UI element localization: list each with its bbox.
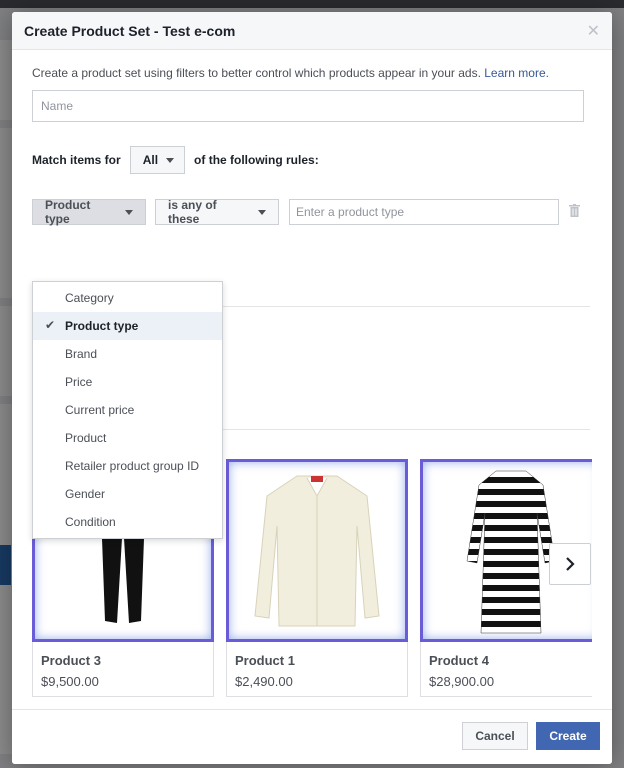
dialog-footer: Cancel Create xyxy=(12,709,612,764)
chevron-down-icon xyxy=(166,157,175,163)
dropdown-item-brand[interactable]: Brand xyxy=(33,340,222,368)
create-product-set-dialog: Create Product Set - Test e-com ✕ Create… xyxy=(12,12,612,764)
product-card[interactable]: Product 1 $2,490.00 xyxy=(226,459,408,697)
product-name: Product 1 xyxy=(235,653,295,668)
trash-icon[interactable] xyxy=(569,204,580,220)
product-price: $2,490.00 xyxy=(235,674,293,689)
rule-value-input[interactable] xyxy=(289,199,559,225)
product-price: $28,900.00 xyxy=(429,674,495,689)
dropdown-item-price[interactable]: Price xyxy=(33,368,222,396)
match-suffix: of the following rules: xyxy=(194,153,319,167)
dropdown-item-condition[interactable]: Condition xyxy=(33,508,222,536)
product-image-cream-cardigan xyxy=(226,459,408,642)
carousel-next-button[interactable] xyxy=(549,543,591,585)
dropdown-item-retailer-product-group-id[interactable]: Retailer product group ID xyxy=(33,452,222,480)
dropdown-item-product-type[interactable]: ✔ Product type xyxy=(33,312,222,340)
dropdown-item-gender[interactable]: Gender xyxy=(33,480,222,508)
match-mode-select[interactable]: All xyxy=(129,146,186,174)
rule-field-value: Product type xyxy=(45,198,91,226)
chevron-down-icon xyxy=(258,209,266,215)
intro-text: Create a product set using filters to be… xyxy=(32,66,592,80)
dialog-title: Create Product Set - Test e-com xyxy=(24,22,236,39)
match-mode-value: All xyxy=(142,153,159,167)
close-icon[interactable]: ✕ xyxy=(587,21,600,41)
create-button[interactable]: Create xyxy=(536,722,600,750)
product-name: Product 3 xyxy=(41,653,101,668)
field-dropdown-menu: Category ✔ Product type Brand Price Curre… xyxy=(32,281,223,539)
divider xyxy=(222,429,590,430)
dropdown-item-current-price[interactable]: Current price xyxy=(33,396,222,424)
dropdown-item-category[interactable]: Category xyxy=(33,284,222,312)
dropdown-item-product[interactable]: Product xyxy=(33,424,222,452)
divider xyxy=(222,306,590,307)
product-price: $9,500.00 xyxy=(41,674,99,689)
name-input[interactable] xyxy=(32,90,584,122)
cancel-button[interactable]: Cancel xyxy=(462,722,528,750)
dialog-header: Create Product Set - Test e-com ✕ xyxy=(12,12,612,50)
intro-description: Create a product set using filters to be… xyxy=(32,66,481,80)
checkmark-icon: ✔ xyxy=(45,318,56,332)
chevron-right-icon xyxy=(566,557,575,571)
dialog-body: Create a product set using filters to be… xyxy=(12,66,612,539)
product-name: Product 4 xyxy=(429,653,489,668)
rule-operator-value: is any of these xyxy=(168,198,217,226)
match-row: Match items for All of the following rul… xyxy=(32,146,592,174)
rule-row: Product type is any of these xyxy=(32,198,592,226)
learn-more-link[interactable]: Learn more. xyxy=(484,66,549,80)
rule-field-select[interactable]: Product type xyxy=(32,198,146,226)
chevron-down-icon xyxy=(125,209,133,215)
match-prefix: Match items for xyxy=(32,153,121,167)
rule-operator-select[interactable]: is any of these xyxy=(155,198,279,226)
